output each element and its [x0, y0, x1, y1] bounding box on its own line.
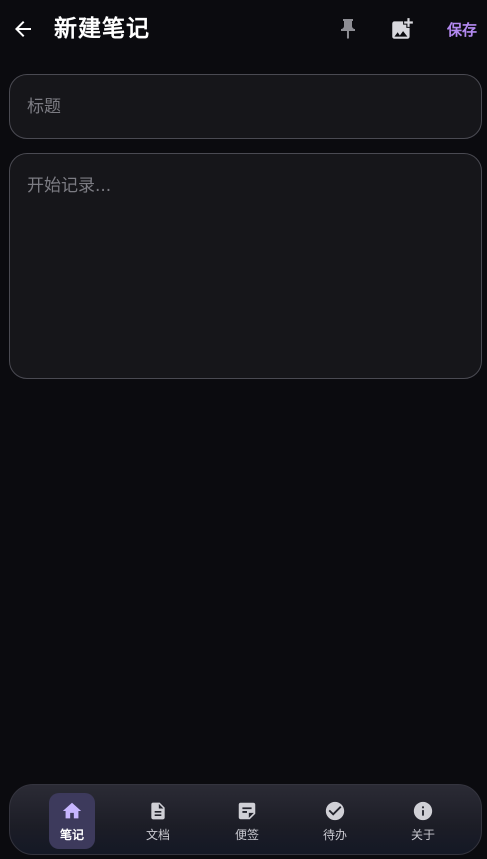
nav-tab-label: 便签 [234, 828, 259, 842]
arrow-left-icon [15, 21, 31, 37]
save-button[interactable]: 保存 [440, 16, 484, 42]
content-textarea[interactable] [27, 174, 464, 358]
nav-tab-sticky-notes[interactable]: 便签 [224, 793, 270, 849]
add-image-button[interactable] [387, 14, 417, 44]
nav-tab-about[interactable]: 关于 [400, 793, 446, 849]
pin-icon [341, 19, 355, 39]
page-title: 新建笔记 [54, 16, 150, 42]
back-button[interactable] [8, 12, 38, 46]
nav-tab-documents[interactable]: 文档 [135, 793, 181, 849]
title-field[interactable] [9, 74, 482, 139]
title-input[interactable] [27, 96, 464, 117]
nav-tab-notes[interactable]: 笔记 [49, 793, 95, 849]
sticky-note-icon [235, 799, 259, 823]
nav-tab-label: 关于 [410, 828, 435, 842]
info-icon [411, 799, 435, 823]
bottom-navigation-bar: 笔记 文档 便签 待办 关于 [9, 784, 482, 855]
nav-tab-label: 待办 [322, 828, 347, 842]
top-app-bar: 新建笔记 保存 [0, 0, 487, 60]
pin-button[interactable] [334, 14, 362, 44]
note-editor-screen: 新建笔记 保存 笔记 文档 [0, 0, 487, 859]
check-circle-icon [323, 799, 347, 823]
nav-tab-label: 文档 [145, 828, 170, 842]
nav-tab-label: 笔记 [59, 828, 84, 842]
home-icon [60, 799, 84, 823]
add-photo-icon [392, 18, 413, 39]
document-icon [146, 799, 170, 823]
content-field[interactable] [9, 153, 482, 379]
nav-tab-todo[interactable]: 待办 [312, 793, 358, 849]
